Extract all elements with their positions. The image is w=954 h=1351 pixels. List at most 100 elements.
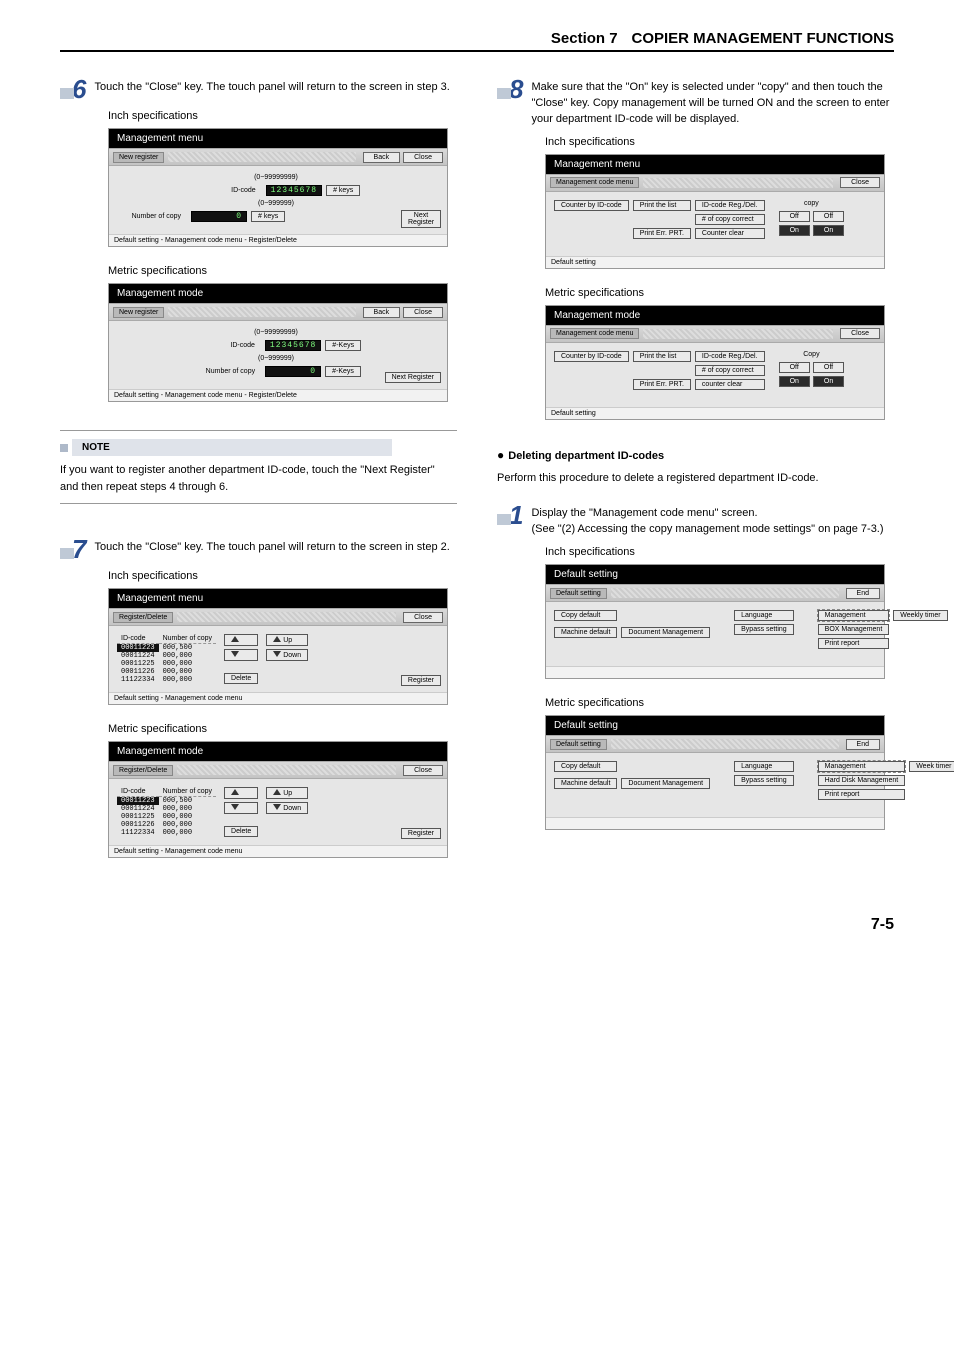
table-row: 11122334000,000: [117, 829, 216, 837]
language-button[interactable]: Language: [734, 761, 794, 772]
management-button[interactable]: Management: [818, 610, 890, 621]
range-1: (0~99999999): [254, 329, 298, 336]
numkeys-button-1[interactable]: # keys: [326, 185, 360, 196]
counter-button[interactable]: Counter by ID-code: [554, 200, 629, 211]
end-button[interactable]: End: [846, 739, 880, 750]
close-button[interactable]: Close: [403, 307, 443, 318]
back-button[interactable]: Back: [363, 152, 401, 163]
off-button-1[interactable]: Off: [779, 362, 810, 373]
cntclear-button[interactable]: counter clear: [695, 379, 765, 390]
step-1: 1 Display the "Management code menu" scr…: [497, 502, 894, 538]
back-button[interactable]: Back: [363, 307, 401, 318]
close-button[interactable]: Close: [840, 177, 880, 188]
register-button[interactable]: Register: [401, 828, 441, 839]
close-button[interactable]: Close: [403, 612, 443, 623]
close-button[interactable]: Close: [403, 765, 443, 776]
range-1: (0~99999999): [254, 174, 298, 181]
spec-label-metric: Metric specifications: [108, 265, 457, 277]
step-7: 7 Touch the "Close" key. The touch panel…: [60, 536, 457, 562]
language-button[interactable]: Language: [734, 610, 794, 621]
idcode-label: ID-code: [192, 187, 262, 194]
ribbon-label: Default setting: [550, 588, 607, 599]
on-button-1[interactable]: On: [779, 376, 810, 387]
step-1-line2: (See "(2) Accessing the copy management …: [531, 522, 883, 538]
bypass-button[interactable]: Bypass setting: [734, 624, 794, 635]
page-up-button[interactable]: Up: [266, 634, 308, 646]
ribbon-label: Management code menu: [550, 328, 639, 339]
numcorr-button[interactable]: # of copy correct: [695, 214, 765, 225]
ui-mgmt-metric: Management mode Management code menu Clo…: [545, 305, 885, 420]
numkeys-button-2[interactable]: #-Keys: [325, 366, 361, 377]
printerr-button[interactable]: Print Err. PRT.: [633, 379, 691, 390]
down-arrow-button[interactable]: [224, 802, 258, 814]
close-button[interactable]: Close: [840, 328, 880, 339]
machine-default-button[interactable]: Machine default: [554, 778, 617, 789]
note-separator-top: [60, 430, 457, 431]
down-arrow-button[interactable]: [224, 649, 258, 661]
print-report-button[interactable]: Print report: [818, 789, 906, 800]
off-button-2[interactable]: Off: [813, 362, 844, 373]
off-button-1[interactable]: Off: [779, 211, 810, 222]
numkeys-button-2[interactable]: # keys: [251, 211, 285, 222]
print-report-button[interactable]: Print report: [818, 638, 890, 649]
machine-default-button[interactable]: Machine default: [554, 627, 617, 638]
ui-title: Default setting: [546, 716, 884, 735]
off-button-2[interactable]: Off: [813, 211, 844, 222]
hdd-mgmt-button[interactable]: Hard Disk Management: [818, 775, 906, 786]
copy-default-button[interactable]: Copy default: [554, 610, 617, 621]
next-register-button[interactable]: Next Register: [385, 372, 441, 383]
doc-mgmt-button[interactable]: Document Management: [621, 778, 710, 789]
page-down-button[interactable]: Down: [266, 649, 308, 661]
ribbon-label: New register: [113, 307, 164, 318]
next-register-button[interactable]: Next Register: [401, 210, 441, 228]
idcode-value: 12345678: [266, 185, 322, 196]
spec-label-inch-r2: Inch specifications: [545, 546, 894, 558]
timer-button[interactable]: Weekly timer: [893, 610, 947, 621]
numcopy-value: 0: [191, 211, 247, 222]
page-down-button[interactable]: Down: [266, 802, 308, 814]
up-arrow-button[interactable]: [224, 787, 258, 799]
end-button[interactable]: End: [846, 588, 880, 599]
table-row: 00011226000,000: [117, 668, 216, 676]
numcorr-button[interactable]: # of copy correct: [695, 365, 765, 376]
management-button[interactable]: Management: [818, 761, 906, 772]
col-id: ID-code: [117, 634, 159, 644]
ui-mgmt-inch: Management menu Management code menu Clo…: [545, 154, 885, 269]
doc-mgmt-button[interactable]: Document Management: [621, 627, 710, 638]
bypass-button[interactable]: Bypass setting: [734, 775, 794, 786]
note-label: NOTE: [72, 439, 392, 456]
on-button-2[interactable]: On: [813, 225, 844, 236]
timer-button[interactable]: Week timer: [909, 761, 954, 772]
step-6-text: Touch the "Close" key. The touch panel w…: [94, 76, 449, 96]
on-button-1[interactable]: On: [779, 225, 810, 236]
ribbon-label: Default setting: [550, 739, 607, 750]
step-7-text: Touch the "Close" key. The touch panel w…: [94, 536, 449, 556]
up-arrow-button[interactable]: [224, 634, 258, 646]
copy-default-button[interactable]: Copy default: [554, 761, 617, 772]
step-8: 8 Make sure that the "On" key is selecte…: [497, 76, 894, 128]
printlist-button[interactable]: Print the list: [633, 351, 691, 362]
ui-title: Management mode: [109, 284, 447, 303]
register-button[interactable]: Register: [401, 675, 441, 686]
ui-default-metric: Default setting Default setting End Copy…: [545, 715, 885, 830]
counter-button[interactable]: Counter by ID-code: [554, 351, 629, 362]
cntclear-button[interactable]: Counter clear: [695, 228, 765, 239]
idreg-button[interactable]: ID-code Reg./Del.: [695, 200, 765, 211]
table-row: 00011223000,500: [117, 797, 216, 806]
printlist-button[interactable]: Print the list: [633, 200, 691, 211]
on-button-2[interactable]: On: [813, 376, 844, 387]
content-columns: 6 Touch the "Close" key. The touch panel…: [60, 76, 894, 876]
box-mgmt-button[interactable]: BOX Management: [818, 624, 890, 635]
printerr-button[interactable]: Print Err. PRT.: [633, 228, 691, 239]
note-separator-bottom: [60, 503, 457, 504]
idreg-button[interactable]: ID-code Reg./Del.: [695, 351, 765, 362]
numcopy-label: Number of copy: [191, 368, 261, 375]
close-button[interactable]: Close: [403, 152, 443, 163]
numkeys-button-1[interactable]: #-Keys: [325, 340, 361, 351]
numcopy-value: 0: [265, 366, 321, 377]
delete-button[interactable]: Delete: [224, 826, 258, 837]
numcopy-label: Number of copy: [117, 213, 187, 220]
delete-button[interactable]: Delete: [224, 673, 258, 684]
page-up-button[interactable]: Up: [266, 787, 308, 799]
step-8-text: Make sure that the "On" key is selected …: [531, 76, 894, 128]
